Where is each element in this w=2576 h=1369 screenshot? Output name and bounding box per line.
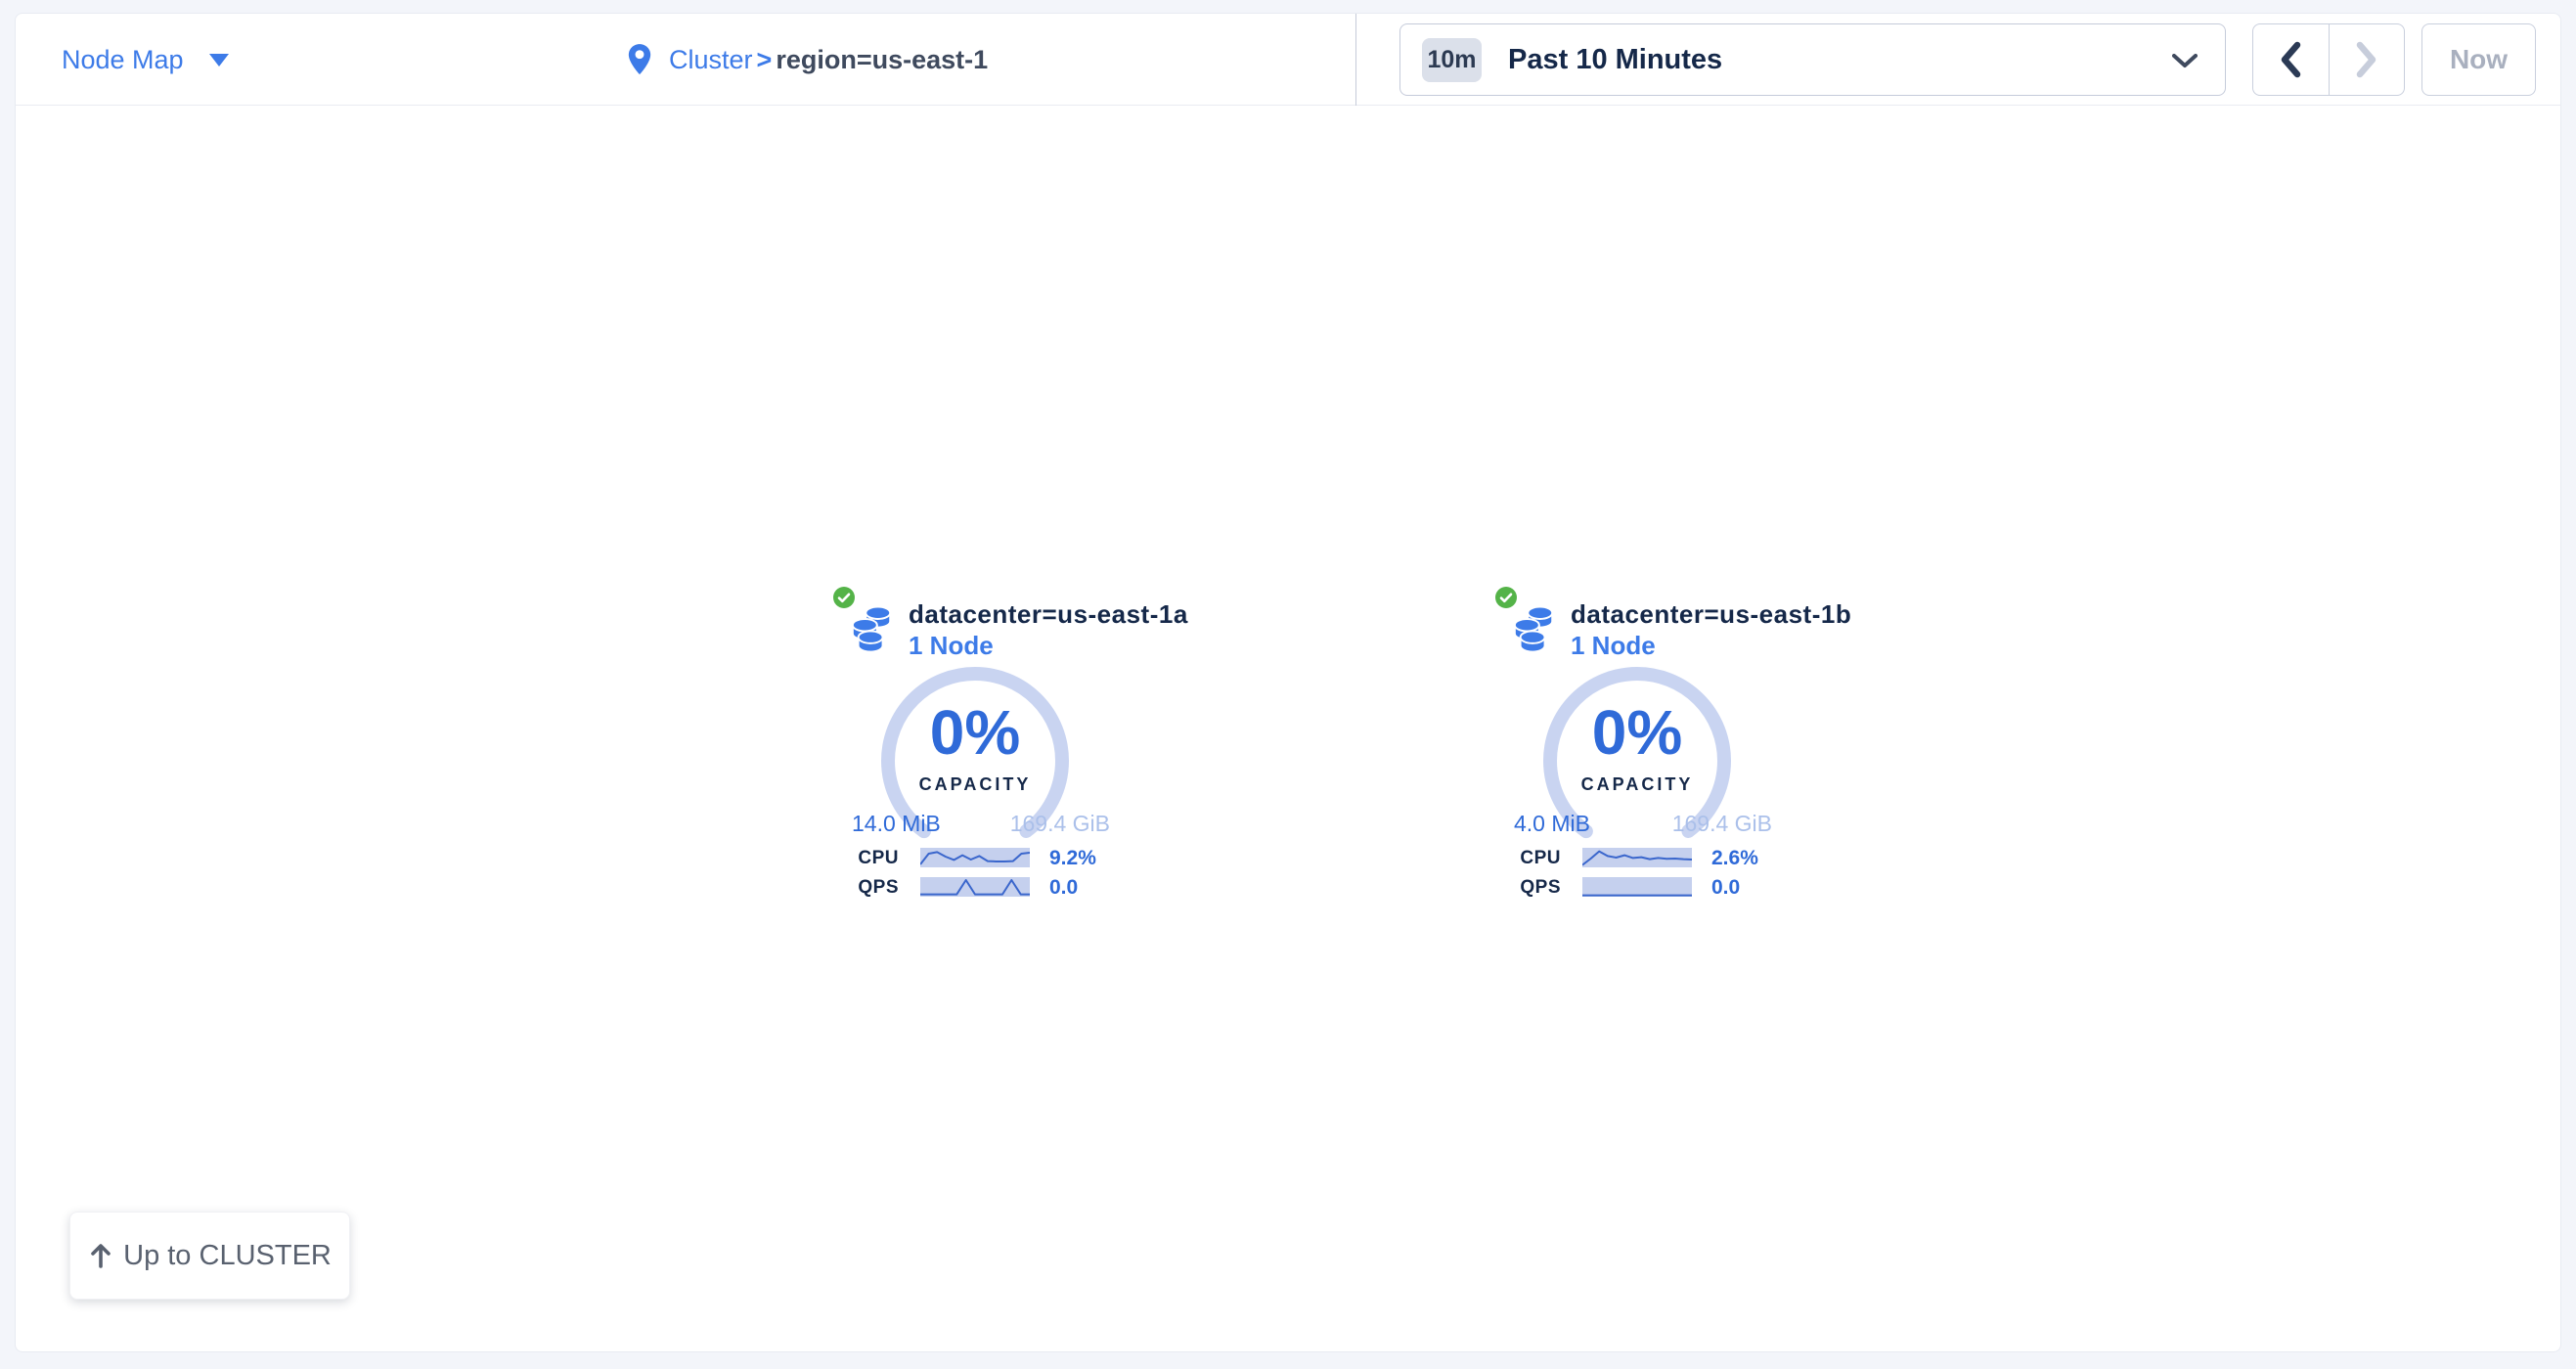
qps-sparkline — [1582, 877, 1692, 897]
qps-stat-row: QPS 0.0 — [1485, 876, 1778, 900]
qps-sparkline — [920, 877, 1030, 897]
qps-label: QPS — [822, 877, 899, 899]
breadcrumb-separator: > — [757, 45, 773, 74]
datacenter-node-count: 1 Node — [909, 631, 994, 661]
cpu-value: 2.6% — [1711, 847, 1758, 870]
breadcrumb-cluster-link[interactable]: Cluster — [669, 45, 753, 74]
capacity-values-row: 14.0 MiB 169.4 GiB — [852, 811, 1110, 837]
capacity-values-row: 4.0 MiB 169.4 GiB — [1514, 811, 1772, 837]
datacenter-card-us-east-1a[interactable]: datacenter=us-east-1a 1 Node 0% CAPACITY… — [822, 576, 1116, 913]
database-stack-icon — [1512, 605, 1557, 654]
time-window-badge: 10m — [1422, 38, 1482, 82]
chevron-right-icon — [2354, 40, 2379, 79]
view-selector-dropdown[interactable]: Node Map — [62, 14, 229, 106]
capacity-percent: 0% — [877, 700, 1073, 765]
top-bar: Node Map Cluster>region=us-east-1 10m Pa… — [16, 14, 2560, 106]
capacity-used: 14.0 MiB — [852, 811, 941, 837]
qps-value: 0.0 — [1049, 876, 1078, 900]
cpu-value: 9.2% — [1049, 847, 1096, 870]
main-panel: Node Map Cluster>region=us-east-1 10m Pa… — [15, 13, 2561, 1352]
caret-down-icon — [209, 54, 229, 66]
capacity-percent: 0% — [1539, 700, 1735, 765]
datacenter-card-us-east-1b[interactable]: datacenter=us-east-1b 1 Node 0% CAPACITY… — [1485, 576, 1778, 913]
breadcrumb-current: region=us-east-1 — [776, 45, 988, 74]
cpu-stat-row: CPU 2.6% — [1485, 847, 1778, 870]
datacenter-title: datacenter=us-east-1a — [909, 599, 1188, 630]
qps-label: QPS — [1485, 877, 1561, 899]
cpu-label: CPU — [822, 848, 899, 869]
qps-value: 0.0 — [1711, 876, 1740, 900]
history-back-button[interactable] — [2253, 24, 2330, 95]
capacity-caption: CAPACITY — [877, 774, 1073, 795]
now-button[interactable]: Now — [2421, 23, 2536, 96]
capacity-total: 169.4 GiB — [1672, 811, 1772, 837]
time-window-dropdown[interactable]: 10m Past 10 Minutes — [1399, 23, 2226, 96]
breadcrumb: Cluster>region=us-east-1 — [627, 14, 988, 106]
topbar-divider — [1355, 14, 1356, 106]
cpu-sparkline — [920, 848, 1030, 867]
time-window-label: Past 10 Minutes — [1508, 44, 1722, 76]
qps-stat-row: QPS 0.0 — [822, 876, 1116, 900]
up-to-cluster-label: Up to CLUSTER — [123, 1240, 332, 1272]
datacenter-node-count: 1 Node — [1571, 631, 1656, 661]
history-forward-button[interactable] — [2330, 24, 2405, 95]
datacenter-title: datacenter=us-east-1b — [1571, 599, 1851, 630]
arrow-up-icon — [88, 1242, 113, 1269]
cpu-label: CPU — [1485, 848, 1561, 869]
database-stack-icon — [850, 605, 895, 654]
cpu-sparkline — [1582, 848, 1692, 867]
capacity-used: 4.0 MiB — [1514, 811, 1590, 837]
chevron-down-icon — [2172, 54, 2198, 68]
cpu-stat-row: CPU 9.2% — [822, 847, 1116, 870]
location-pin-icon — [627, 43, 652, 76]
time-history-arrows — [2252, 23, 2405, 96]
capacity-total: 169.4 GiB — [1010, 811, 1110, 837]
view-selector-label: Node Map — [62, 45, 184, 75]
chevron-left-icon — [2278, 40, 2303, 79]
capacity-caption: CAPACITY — [1539, 774, 1735, 795]
up-to-cluster-button[interactable]: Up to CLUSTER — [69, 1212, 350, 1300]
